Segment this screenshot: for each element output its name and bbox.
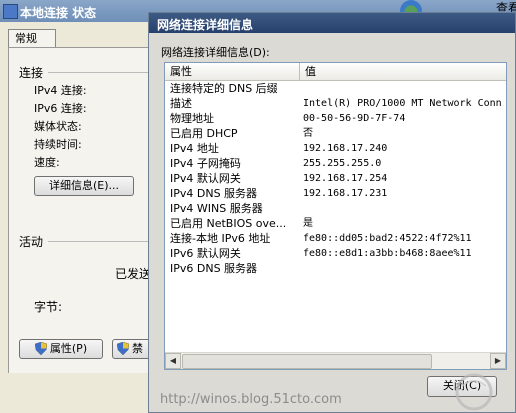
scroll-right-arrow-icon[interactable]: ▶ bbox=[490, 353, 506, 369]
media-state-label: 媒体状态: bbox=[34, 120, 82, 133]
value-cell: 是 bbox=[303, 218, 313, 229]
property-cell: IPv4 地址 bbox=[170, 142, 219, 155]
list-item[interactable]: 已启用 DHCP 否 bbox=[165, 126, 506, 141]
value-cell: fe80::dd05:bad2:4522:4f72%11 bbox=[303, 233, 472, 244]
tab-general[interactable]: 常规 bbox=[8, 29, 56, 48]
details-dialog-titlebar[interactable]: 网络连接详细信息 bbox=[149, 13, 515, 33]
property-cell: 描述 bbox=[170, 97, 192, 110]
list-item[interactable]: 物理地址 00-50-56-9D-7F-74 bbox=[165, 111, 506, 126]
section-divider bbox=[48, 241, 148, 242]
speed-label: 速度: bbox=[34, 156, 60, 169]
status-window-title: 本地连接 状态 bbox=[20, 6, 97, 20]
list-item[interactable]: IPv4 默认网关 192.168.17.254 bbox=[165, 171, 506, 186]
ipv6-connectivity-label: IPv6 连接: bbox=[34, 102, 87, 115]
value-cell: 00-50-56-9D-7F-74 bbox=[303, 113, 406, 124]
details-button[interactable]: 详细信息(E)... bbox=[34, 176, 134, 196]
list-item[interactable]: 连接特定的 DNS 后缀 bbox=[165, 81, 506, 96]
property-cell: 物理地址 bbox=[170, 112, 214, 125]
value-cell: fe80::e8d1:a3bb:b468:8aee%11 bbox=[303, 248, 472, 259]
property-cell: 已启用 NetBIOS ove... bbox=[170, 217, 287, 230]
list-item[interactable]: IPv4 地址 192.168.17.240 bbox=[165, 141, 506, 156]
connection-heading: 连接 bbox=[19, 66, 44, 80]
bytes-label: 字节: bbox=[34, 300, 63, 314]
details-listview[interactable]: 属性 值 连接特定的 DNS 后缀 描述 Intel(R) PRO/1000 MT… bbox=[164, 62, 507, 370]
property-cell: IPv4 默认网关 bbox=[170, 172, 241, 185]
property-cell: IPv4 子网掩码 bbox=[170, 157, 241, 170]
property-cell: IPv4 DNS 服务器 bbox=[170, 187, 258, 200]
watermark-url: http://winos.blog.51cto.com bbox=[160, 392, 342, 407]
list-item[interactable]: IPv4 子网掩码 255.255.255.0 bbox=[165, 156, 506, 171]
section-divider bbox=[48, 72, 148, 73]
scroll-left-arrow-icon[interactable]: ◀ bbox=[165, 353, 181, 369]
listview-rows: 连接特定的 DNS 后缀 描述 Intel(R) PRO/1000 MT Netw… bbox=[165, 81, 506, 276]
shield-icon bbox=[34, 342, 47, 355]
disable-button-label: 禁 bbox=[132, 342, 143, 355]
list-item[interactable]: IPv6 默认网关 fe80::e8d1:a3bb:b468:8aee%11 bbox=[165, 246, 506, 261]
listview-header: 属性 值 bbox=[165, 63, 506, 81]
property-cell: IPv6 默认网关 bbox=[170, 247, 241, 260]
list-item[interactable]: 连接-本地 IPv6 地址 fe80::dd05:bad2:4522:4f72%1… bbox=[165, 231, 506, 246]
column-header-property[interactable]: 属性 bbox=[165, 63, 300, 80]
value-cell: Intel(R) PRO/1000 MT Network Conn bbox=[303, 98, 502, 109]
property-cell: 已启用 DHCP bbox=[170, 127, 238, 140]
ipv4-connectivity-label: IPv4 连接: bbox=[34, 84, 87, 97]
disable-button[interactable]: 禁 bbox=[112, 339, 152, 359]
value-cell: 255.255.255.0 bbox=[303, 158, 382, 169]
property-cell: IPv4 WINS 服务器 bbox=[170, 202, 263, 215]
properties-button[interactable]: 属性(P) bbox=[19, 339, 103, 359]
properties-button-label: 属性(P) bbox=[49, 342, 88, 355]
watermark-logo bbox=[455, 373, 493, 411]
sent-label: 已发送 bbox=[115, 267, 152, 281]
property-cell: 连接-本地 IPv6 地址 bbox=[170, 232, 271, 245]
value-cell: 否 bbox=[303, 128, 313, 139]
network-connection-icon bbox=[3, 4, 18, 19]
horizontal-scrollbar[interactable]: ◀ ▶ bbox=[165, 352, 506, 369]
list-item[interactable]: IPv4 WINS 服务器 bbox=[165, 201, 506, 216]
list-item[interactable]: IPv4 DNS 服务器 192.168.17.231 bbox=[165, 186, 506, 201]
list-item[interactable]: 已启用 NetBIOS ove... 是 bbox=[165, 216, 506, 231]
value-cell: 192.168.17.240 bbox=[303, 143, 388, 154]
details-list-heading: 网络连接详细信息(D): bbox=[161, 46, 270, 59]
scrollbar-thumb[interactable] bbox=[182, 354, 432, 369]
list-item[interactable]: IPv6 DNS 服务器 bbox=[165, 261, 506, 276]
value-cell: 192.168.17.231 bbox=[303, 188, 388, 199]
property-cell: IPv6 DNS 服务器 bbox=[170, 262, 258, 275]
details-dialog-title: 网络连接详细信息 bbox=[157, 18, 254, 32]
shield-icon bbox=[117, 342, 129, 355]
network-connection-details-dialog: 网络连接详细信息 网络连接详细信息(D): 属性 值 连接特定的 DNS 后缀 … bbox=[148, 12, 516, 413]
duration-label: 持续时间: bbox=[34, 138, 82, 151]
value-cell: 192.168.17.254 bbox=[303, 173, 388, 184]
activity-heading: 活动 bbox=[19, 235, 44, 249]
property-cell: 连接特定的 DNS 后缀 bbox=[170, 82, 278, 95]
list-item[interactable]: 描述 Intel(R) PRO/1000 MT Network Conn bbox=[165, 96, 506, 111]
status-window-footer bbox=[0, 373, 150, 413]
column-header-value[interactable]: 值 bbox=[300, 63, 506, 80]
